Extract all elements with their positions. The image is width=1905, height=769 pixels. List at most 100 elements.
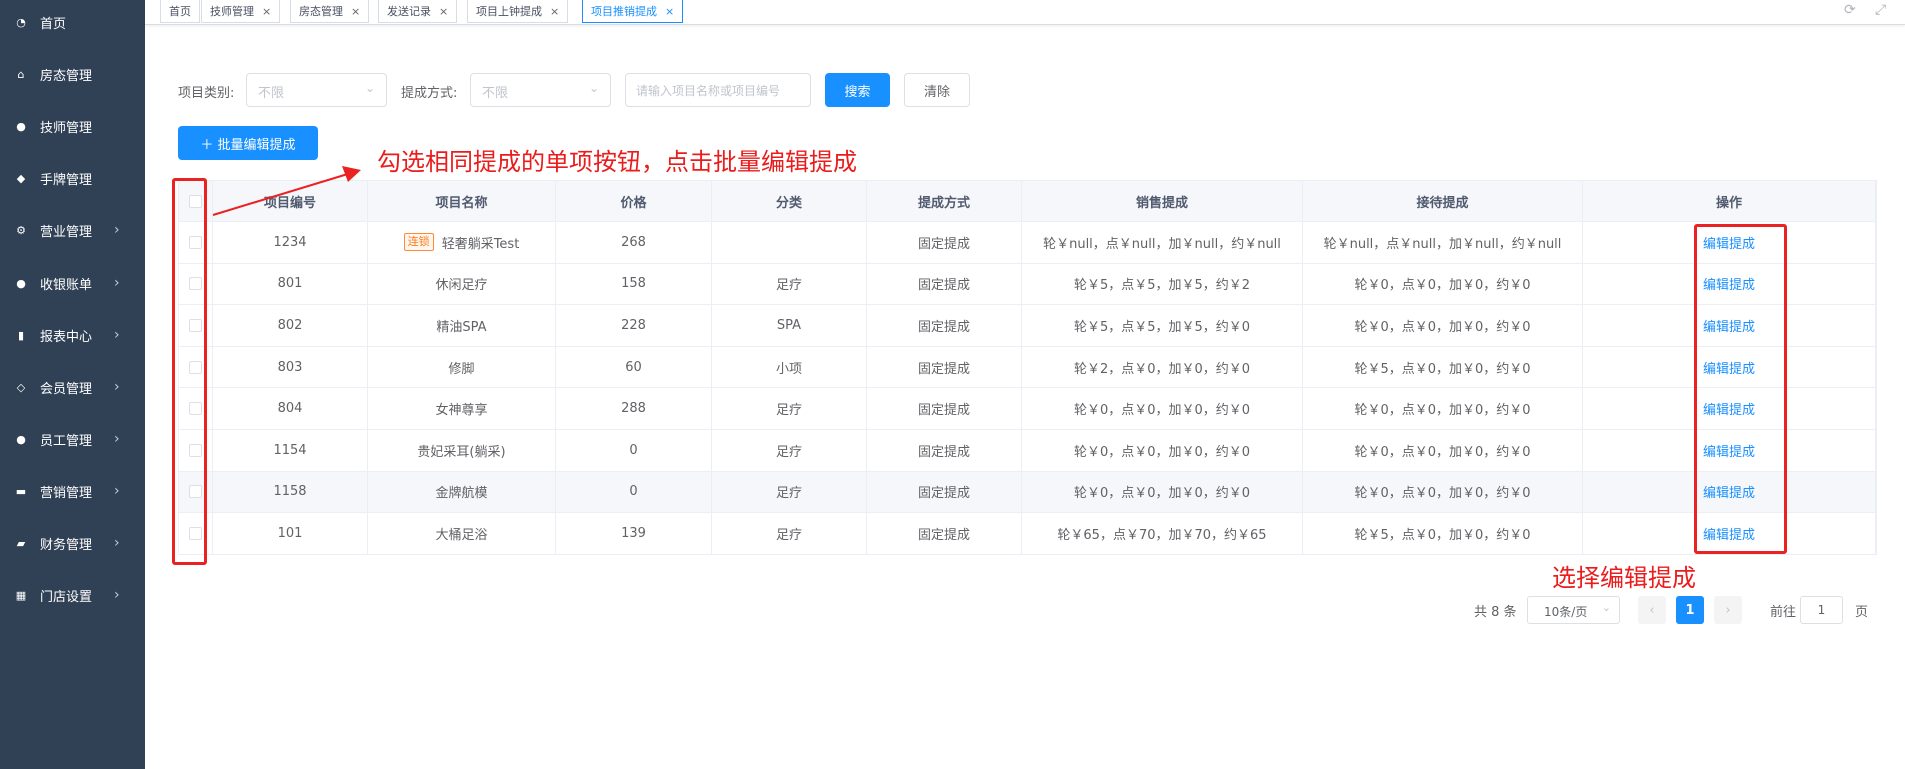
- name-cell: 休闲足疗: [368, 263, 556, 306]
- tab-2[interactable]: 房态管理 ×: [290, 0, 370, 23]
- tab-1[interactable]: 技师管理 ×: [201, 0, 281, 23]
- tab-label: 项目上钟提成: [476, 5, 542, 18]
- briefcase-icon: ▬: [15, 484, 27, 498]
- code-cell: 801: [213, 263, 368, 306]
- sidebar-item-4[interactable]: ⚙ 营业管理 ›: [0, 204, 145, 256]
- category-cell: 足疗: [712, 513, 867, 555]
- sidebar-item-7[interactable]: ◇ 会员管理 ›: [0, 361, 145, 413]
- category-cell: 足疗: [712, 430, 867, 472]
- pagination-total: 共 8 条: [1474, 605, 1517, 620]
- sidebar-item-10[interactable]: ▰ 财务管理 ›: [0, 517, 145, 569]
- goto-page-input[interactable]: 1: [1800, 596, 1843, 624]
- category-cell: SPA: [712, 305, 867, 347]
- annotation-batch-edit-text: 勾选相同提成的单项按钮，点击批量编辑提成: [377, 148, 857, 176]
- batch-edit-commission-button[interactable]: ＋ 批量编辑提成: [178, 126, 318, 160]
- chevron-right-icon: ›: [114, 431, 120, 447]
- category-cell: 小项: [712, 346, 867, 389]
- sidebar-item-label: 会员管理: [40, 381, 93, 397]
- tab-3[interactable]: 发送记录 ×: [378, 0, 458, 23]
- chevron-down-icon: ⌄: [1601, 601, 1611, 614]
- search-button[interactable]: 搜索: [825, 73, 890, 107]
- annotation-edit-text: 选择编辑提成: [1552, 564, 1696, 592]
- price-header: 价格: [556, 181, 712, 222]
- page-size-value: 10条/页: [1544, 605, 1588, 619]
- grid-icon: ▦: [15, 588, 27, 602]
- clear-button[interactable]: 清除: [904, 73, 970, 107]
- reception-commission-cell: 轮￥0，点￥0，加￥0，约￥0: [1303, 430, 1583, 472]
- sidebar-item-label: 技师管理: [40, 120, 93, 136]
- close-icon[interactable]: ×: [262, 5, 271, 18]
- close-icon[interactable]: ×: [665, 5, 674, 18]
- name-cell: 金牌航模: [368, 471, 556, 514]
- method-cell: 固定提成: [867, 388, 1022, 430]
- tab-0[interactable]: 首页: [160, 0, 200, 23]
- sidebar-item-8[interactable]: ● 员工管理 ›: [0, 413, 145, 465]
- tab-label: 项目推销提成: [591, 5, 657, 18]
- search-input[interactable]: 请输入项目名称或项目编号: [625, 73, 811, 107]
- commission-table: 项目编号 项目名称 价格 分类 提成方式 销售提成 接待提成 操作 1234 连锁 轻奢躺采Test…: [178, 180, 1877, 555]
- next-page-button[interactable]: ›: [1714, 596, 1742, 624]
- method-cell: 固定提成: [867, 471, 1022, 514]
- cog-icon: ⚙: [16, 223, 26, 237]
- sidebar-item-6[interactable]: ▮ 报表中心 ›: [0, 309, 145, 361]
- diamond-icon: ◇: [16, 380, 26, 394]
- tab-5[interactable]: 项目推销提成 ×: [582, 0, 684, 23]
- close-icon[interactable]: ×: [351, 5, 360, 18]
- method-filter-label: 提成方式:: [401, 86, 458, 101]
- sidebar-item-label: 收银账单: [40, 277, 93, 293]
- tag-icon: ◆: [16, 171, 26, 185]
- category-header: 分类: [712, 181, 867, 222]
- sidebar-item-label: 报表中心: [40, 329, 93, 345]
- name-cell: 女神尊享: [368, 388, 556, 430]
- code-cell: 804: [213, 388, 368, 430]
- reception-commission-header: 接待提成: [1303, 181, 1583, 222]
- sidebar: ◔ 首页 ⌂ 房态管理 ● 技师管理 ◆ 手牌管理 ⚙ 营业管理 › ● 收银账单 › ▮ 报表中心 › ◇ 会员管…: [0, 0, 145, 769]
- code-cell: 101: [213, 513, 368, 555]
- user-icon: ●: [16, 119, 26, 133]
- page-1-button[interactable]: 1: [1676, 596, 1704, 624]
- chevron-down-icon: ⌄: [364, 81, 375, 95]
- reception-commission-cell: 轮￥5，点￥0，加￥0，约￥0: [1303, 346, 1583, 389]
- chevron-right-icon: ›: [114, 222, 120, 238]
- annotation-edit-highlight: [1694, 224, 1787, 554]
- sales-commission-cell: 轮￥0，点￥0，加￥0，约￥0: [1022, 471, 1303, 514]
- person-icon: ●: [16, 432, 26, 446]
- sidebar-item-11[interactable]: ▦ 门店设置 ›: [0, 569, 145, 621]
- bar-chart-icon: ▮: [17, 328, 25, 342]
- close-icon[interactable]: ×: [439, 5, 448, 18]
- page-size-select[interactable]: 10条/页 ⌄: [1527, 596, 1620, 624]
- sidebar-item-2[interactable]: ● 技师管理: [0, 100, 145, 152]
- price-cell: 60: [556, 346, 712, 389]
- wallet-icon: ▰: [16, 536, 26, 550]
- category-cell: 足疗: [712, 471, 867, 514]
- sidebar-item-1[interactable]: ⌂ 房态管理: [0, 48, 145, 100]
- prev-page-button[interactable]: ‹: [1638, 596, 1666, 624]
- fullscreen-icon[interactable]: ⤢: [1875, 2, 1886, 18]
- sidebar-item-label: 门店设置: [40, 589, 93, 605]
- annotation-checkbox-highlight: [172, 178, 207, 565]
- chevron-right-icon: ›: [114, 379, 120, 395]
- chevron-right-icon: ›: [114, 535, 120, 551]
- reception-commission-cell: 轮￥0，点￥0，加￥0，约￥0: [1303, 471, 1583, 514]
- sales-commission-cell: 轮￥65，点￥70，加￥70，约￥65: [1022, 513, 1303, 555]
- tab-label: 发送记录: [387, 5, 431, 18]
- tab-4[interactable]: 项目上钟提成 ×: [467, 0, 569, 23]
- method-cell: 固定提成: [867, 263, 1022, 306]
- tabs-bar: ⟳ ⤢ 首页 技师管理 × 房态管理 × 发送记录 × 项目上钟提成 × 项目推销提成 ×: [145, 0, 1905, 25]
- page-suffix: 页: [1855, 605, 1869, 620]
- close-icon[interactable]: ×: [550, 5, 559, 18]
- sidebar-item-0[interactable]: ◔ 首页: [0, 0, 145, 48]
- sidebar-item-3[interactable]: ◆ 手牌管理: [0, 152, 145, 204]
- method-cell: 固定提成: [867, 513, 1022, 555]
- code-cell: 803: [213, 346, 368, 389]
- reception-commission-cell: 轮￥null，点￥null，加￥null，约￥null: [1303, 222, 1583, 264]
- tab-label: 技师管理: [210, 5, 254, 18]
- method-cell: 固定提成: [867, 430, 1022, 472]
- sidebar-item-5[interactable]: ● 收银账单 ›: [0, 257, 145, 309]
- name-cell: 连锁 轻奢躺采Test: [368, 222, 556, 264]
- sidebar-item-9[interactable]: ▬ 营销管理 ›: [0, 465, 145, 517]
- category-select[interactable]: 不限 ⌄: [246, 73, 387, 107]
- refresh-icon[interactable]: ⟳: [1844, 2, 1856, 18]
- name-cell: 精油SPA: [368, 305, 556, 347]
- method-select[interactable]: 不限 ⌄: [470, 73, 611, 107]
